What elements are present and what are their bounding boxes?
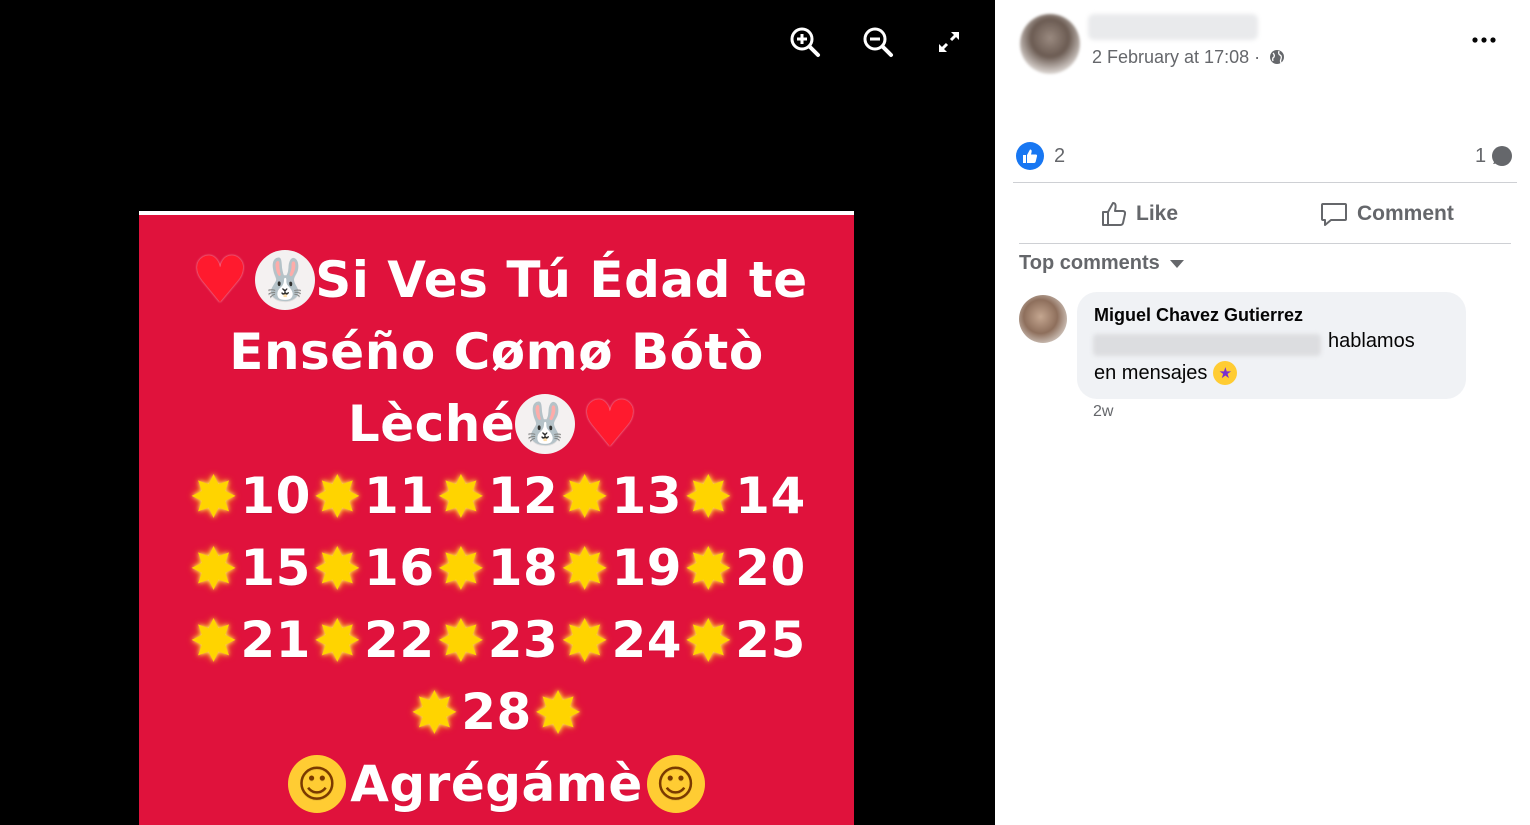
star-icon: ✸: [189, 606, 239, 675]
age-number: 15: [240, 539, 311, 597]
like-label[interactable]: Like: [1136, 202, 1178, 226]
globe-icon: [1270, 50, 1285, 64]
reactions-summary[interactable]: 2: [1016, 142, 1065, 170]
mention-redacted[interactable]: [1093, 334, 1321, 356]
bunny-icon: 🐰: [515, 393, 576, 454]
comments-filter-label[interactable]: Top comments: [1019, 252, 1160, 275]
age-number: 14: [735, 467, 806, 525]
comment-text-line-2: en mensajes ★: [1094, 361, 1238, 385]
comment-text: hablamos: [1328, 330, 1415, 352]
star-icon: ✸: [684, 534, 734, 603]
age-number: 18: [487, 539, 559, 597]
heart-icon: ♥: [191, 243, 250, 318]
photo-title-line-2: Enséño Cømø Bótò: [139, 323, 854, 381]
star-icon: ✸: [189, 462, 239, 531]
number-row-1: ✸10✸11✸12✸13✸14: [139, 467, 854, 529]
age-number: 16: [364, 539, 435, 597]
comment-bubble-icon: [1492, 146, 1513, 166]
post-photo: ♥ 🐰Si Ves Tú Édad te Enséño Cømø Bótò Lèc…: [139, 211, 854, 825]
like-button[interactable]: Like: [1100, 196, 1178, 232]
photo-text: Lèché: [347, 395, 516, 453]
star-icon: ✸: [560, 606, 610, 675]
star-icon: ✸: [436, 534, 486, 603]
age-number: 25: [735, 611, 806, 669]
photo-viewer: ♥ 🐰Si Ves Tú Édad te Enséño Cømø Bótò Lèc…: [0, 0, 995, 825]
zoom-in-icon[interactable]: [787, 24, 823, 60]
star-icon: ✸: [410, 678, 460, 747]
more-dots-icon[interactable]: [1466, 28, 1502, 52]
avatar[interactable]: [1020, 14, 1080, 74]
age-number: 12: [487, 467, 559, 525]
divider: [1019, 243, 1511, 244]
post-sidebar: [995, 0, 1530, 825]
star-icon: ✸: [560, 462, 610, 531]
age-number: 24: [611, 611, 683, 669]
comment-button[interactable]: Comment: [1319, 196, 1454, 232]
age-number: 13: [611, 467, 683, 525]
photo-title-line-3: Lèché 🐰 ♥: [139, 387, 854, 462]
comment-label[interactable]: Comment: [1357, 202, 1454, 226]
age-number: 21: [240, 611, 311, 669]
heart-icon: ♥: [581, 387, 640, 462]
like-thumb-icon: [1016, 142, 1044, 170]
age-number: 23: [487, 611, 559, 669]
age-number: 10: [240, 467, 311, 525]
fullscreen-icon[interactable]: [931, 24, 967, 60]
zoom-out-icon[interactable]: [860, 24, 896, 60]
divider: [1013, 182, 1517, 183]
comment-outline-icon: [1321, 203, 1347, 226]
bunny-icon: 🐰: [255, 249, 316, 310]
caret-down-icon: [1169, 259, 1184, 268]
photo-text: Si Ves Tú Édad te: [315, 251, 808, 309]
reaction-count[interactable]: 2: [1054, 145, 1065, 168]
star-struck-emoji-icon: ★: [1213, 361, 1238, 385]
comments-count-number[interactable]: 1: [1475, 145, 1486, 168]
smiling-hearts-icon: ☺: [646, 754, 705, 813]
commenter-avatar[interactable]: [1019, 295, 1067, 343]
star-icon: ✸: [560, 534, 610, 603]
star-icon: ✸: [312, 534, 363, 603]
star-icon: ✸: [312, 606, 363, 675]
comments-filter-dropdown[interactable]: Top comments: [1019, 252, 1184, 275]
age-number: 20: [735, 539, 806, 597]
comment-text: en mensajes: [1094, 361, 1208, 384]
author-name-redacted[interactable]: [1088, 14, 1258, 40]
photo-title-line-1: ♥ 🐰Si Ves Tú Édad te: [139, 243, 854, 318]
timestamp-text[interactable]: 2 February at 17:08 ·: [1092, 47, 1260, 67]
like-outline-icon: [1102, 202, 1127, 226]
star-icon: ✸: [684, 462, 734, 531]
star-icon: ✸: [436, 606, 486, 675]
age-number: 19: [611, 539, 683, 597]
comment-author[interactable]: Miguel Chavez Gutierrez: [1094, 305, 1303, 326]
age-number: 22: [364, 611, 435, 669]
age-number: 28: [461, 683, 532, 741]
photo-text: Agrégámè: [350, 755, 643, 813]
star-icon: ✸: [312, 462, 363, 531]
smiling-hearts-icon: ☺: [288, 754, 347, 813]
number-row-2: ✸15✸16✸18✸19✸20: [139, 539, 854, 601]
photo-text: Enséño Cømø Bótò: [229, 323, 764, 381]
star-icon: ✸: [684, 606, 734, 675]
number-row-3: ✸21✸22✸23✸24✸25: [139, 611, 854, 673]
star-icon: ✸: [533, 678, 583, 747]
star-icon: ✸: [189, 534, 239, 603]
post-timestamp[interactable]: 2 February at 17:08 ·: [1092, 47, 1285, 68]
age-number: 11: [364, 467, 435, 525]
photo-closing-line: ☺ Agrégámè ☺: [139, 754, 854, 817]
comment-timestamp[interactable]: 2w: [1093, 403, 1113, 421]
star-icon: ✸: [436, 462, 486, 531]
comments-count[interactable]: 1: [1475, 144, 1514, 168]
number-row-4: ✸28✸: [139, 683, 854, 745]
